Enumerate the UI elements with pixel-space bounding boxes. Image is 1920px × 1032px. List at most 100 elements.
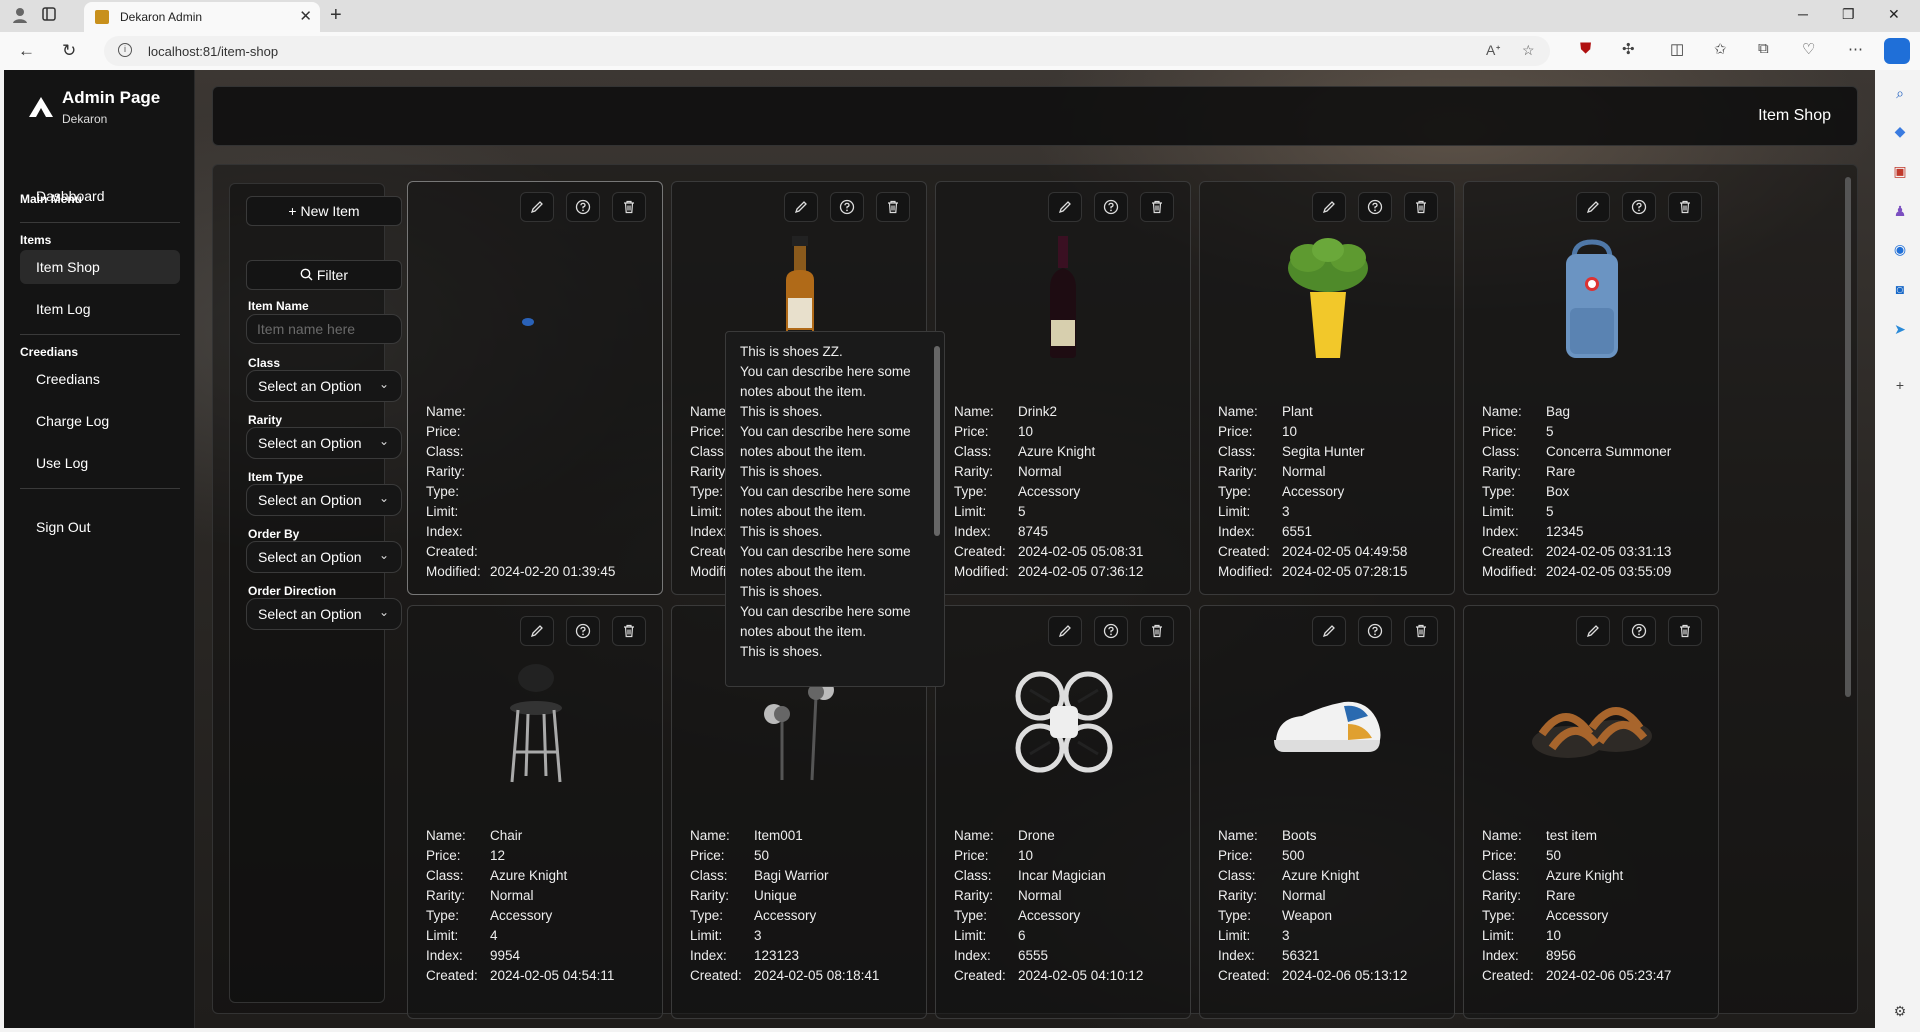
pencil-icon[interactable]	[1048, 616, 1082, 646]
class-select[interactable]: Select an Option ⌄	[246, 370, 402, 402]
help-icon[interactable]	[1622, 192, 1656, 222]
item-limit-label: Limit:	[954, 504, 987, 519]
item-name-input[interactable]	[246, 314, 402, 344]
help-icon[interactable]	[830, 192, 864, 222]
browser-essentials-icon[interactable]: ♡	[1802, 40, 1815, 58]
help-icon[interactable]	[1622, 616, 1656, 646]
workspaces-icon[interactable]	[39, 6, 59, 26]
outlook-icon[interactable]: ◙	[1891, 280, 1909, 298]
item-name-label: Name:	[1482, 404, 1522, 419]
pencil-icon[interactable]	[520, 616, 554, 646]
item-price-value: 12	[490, 848, 506, 863]
content-scrollbar[interactable]	[1845, 177, 1851, 697]
item-limit-label: Limit:	[690, 928, 723, 943]
trash-icon[interactable]	[612, 616, 646, 646]
item-class-value: Segita Hunter	[1282, 444, 1365, 459]
pencil-icon[interactable]	[1576, 616, 1610, 646]
item-type-row: Type: Box	[1482, 482, 1671, 502]
trash-icon[interactable]	[1140, 616, 1174, 646]
trash-icon[interactable]	[1140, 192, 1174, 222]
help-icon[interactable]	[1094, 192, 1128, 222]
new-tab-icon[interactable]: +	[330, 4, 342, 27]
games-icon[interactable]: ♟	[1891, 202, 1909, 220]
pencil-icon[interactable]	[1312, 616, 1346, 646]
more-icon[interactable]: ⋯	[1848, 40, 1863, 58]
restore-icon[interactable]: ❐	[1842, 6, 1855, 23]
pencil-icon[interactable]	[1312, 192, 1346, 222]
sidebar: Admin Page Dekaron Main Menu Dashboard I…	[4, 70, 195, 1028]
help-icon[interactable]	[566, 616, 600, 646]
tools-icon[interactable]: ▣	[1891, 162, 1909, 180]
trash-icon[interactable]	[1404, 616, 1438, 646]
settings-gear-icon[interactable]: ⚙	[1891, 1002, 1909, 1020]
back-arrow-icon[interactable]: ←	[18, 41, 35, 61]
url-text[interactable]: localhost:81/item-shop	[148, 44, 278, 59]
sidebar-item-item-log[interactable]: Item Log	[20, 292, 180, 326]
help-icon[interactable]	[566, 192, 600, 222]
sign-out-button[interactable]: Sign Out	[20, 510, 180, 544]
pencil-icon[interactable]	[1576, 192, 1610, 222]
tooltip-scrollbar[interactable]	[934, 346, 940, 536]
trash-icon[interactable]	[1668, 192, 1702, 222]
sidebar-item-creedians[interactable]: Creedians	[20, 362, 180, 396]
sidebar-item-dashboard[interactable]: Dashboard	[20, 179, 180, 213]
pencil-icon[interactable]	[520, 192, 554, 222]
m365-icon[interactable]: ◉	[1891, 240, 1909, 258]
collections-icon[interactable]: ⧉	[1758, 40, 1769, 57]
pencil-icon[interactable]	[1048, 192, 1082, 222]
trash-icon[interactable]	[1404, 192, 1438, 222]
site-info-icon[interactable]: i	[118, 43, 132, 57]
brand-title: Admin Page	[62, 88, 161, 107]
item-class-row: Class:	[426, 442, 615, 462]
sidebar-item-item-shop[interactable]: Item Shop	[20, 250, 180, 284]
trash-icon[interactable]	[612, 192, 646, 222]
trash-icon[interactable]	[876, 192, 910, 222]
rarity-select[interactable]: Select an Option ⌄	[246, 427, 402, 459]
new-item-button[interactable]: + New Item	[246, 196, 402, 226]
help-icon[interactable]	[1094, 616, 1128, 646]
item-type-value: Accessory	[1546, 908, 1609, 923]
sidebar-item-charge-log[interactable]: Charge Log	[20, 404, 180, 438]
help-icon[interactable]	[1358, 192, 1392, 222]
star-icon[interactable]: ☆	[1522, 42, 1535, 59]
order-direction-select[interactable]: Select an Option ⌄	[246, 598, 402, 630]
item-created-label: Created:	[954, 968, 1006, 983]
item-rarity-value: Normal	[1018, 464, 1062, 479]
item-name-label: Name:	[690, 828, 730, 843]
help-icon[interactable]	[1358, 616, 1392, 646]
add-icon[interactable]: +	[1891, 376, 1909, 394]
pencil-icon[interactable]	[784, 192, 818, 222]
read-aloud-icon[interactable]: Aᐩ	[1486, 42, 1501, 59]
copilot-icon[interactable]	[1884, 38, 1910, 64]
shopping-tag-icon[interactable]: ◆	[1891, 122, 1909, 140]
shield-extension-icon[interactable]: ⛊	[1580, 40, 1591, 57]
close-tab-icon[interactable]: ✕	[299, 7, 312, 25]
class-label: Class	[248, 356, 281, 370]
app-window: Admin Page Dekaron Main Menu Dashboard I…	[4, 70, 1875, 1028]
puzzle-icon[interactable]: ✣	[1622, 40, 1635, 58]
window-close-icon[interactable]: ✕	[1888, 6, 1900, 23]
minimize-icon[interactable]: ─	[1798, 6, 1808, 22]
profile-icon[interactable]	[10, 6, 30, 26]
sidebar-item-use-log[interactable]: Use Log	[20, 446, 180, 480]
item-index-row: Index: 9954	[426, 946, 614, 966]
item-index-label: Index:	[1482, 948, 1519, 963]
refresh-icon[interactable]: ↻	[62, 41, 76, 61]
new-item-label: New Item	[300, 203, 360, 219]
search-icon[interactable]: ⌕	[1891, 84, 1909, 102]
browser-tab[interactable]: Dekaron Admin ✕	[84, 2, 320, 32]
trash-icon[interactable]	[1668, 616, 1702, 646]
item-name-value: test item	[1546, 828, 1598, 843]
address-bar[interactable]: i localhost:81/item-shop Aᐩ ☆	[104, 36, 1550, 66]
filter-button[interactable]: Filter	[246, 260, 402, 290]
item-class-label: Class:	[954, 868, 992, 883]
item-properties: Name: Chair Price: 12 Class: Azure Knight Rari…	[426, 826, 614, 986]
item-created-row: Created: 2024-02-06 05:13:12	[1218, 966, 1407, 986]
order-by-select[interactable]: Select an Option ⌄	[246, 541, 402, 573]
item-type-select[interactable]: Select an Option ⌄	[246, 484, 402, 516]
send-icon[interactable]: ➤	[1891, 320, 1909, 338]
favorites-icon[interactable]: ✩	[1714, 40, 1727, 58]
logo-icon	[29, 97, 53, 117]
split-screen-icon[interactable]: ◫	[1670, 40, 1684, 58]
item-rarity-row: Rarity: Normal	[1218, 886, 1407, 906]
